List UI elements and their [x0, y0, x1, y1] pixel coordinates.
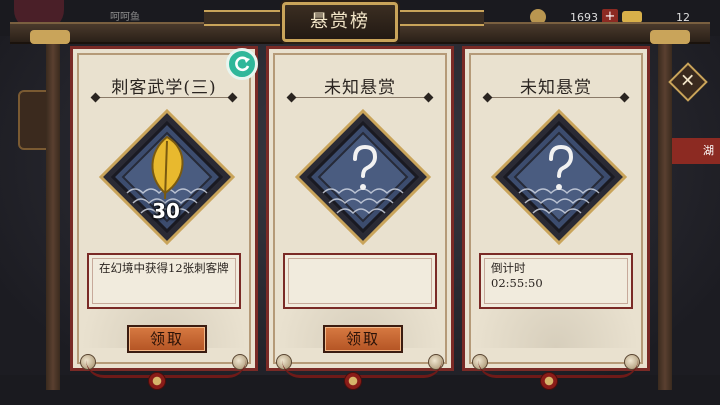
player-name: 呵呵鱼 — [110, 12, 140, 23]
bounty-description: 在幻境中获得12张刺客牌 — [87, 253, 241, 309]
title-wing-left — [204, 10, 294, 26]
red-cord — [86, 360, 246, 378]
claim-button[interactable]: 领取 — [127, 325, 207, 353]
red-cord — [282, 360, 442, 378]
bounty-description — [283, 253, 437, 309]
claim-button[interactable]: 领取 — [323, 325, 403, 353]
frame-pillar-right — [658, 40, 672, 390]
beam-cap-left — [30, 30, 70, 44]
close-icon: ✕ — [680, 71, 696, 92]
red-cord — [478, 360, 638, 378]
beam-cap-right — [650, 30, 690, 44]
bounty-title: 刺客武学(三) — [111, 78, 217, 98]
title-divider — [95, 97, 233, 98]
tassel — [148, 372, 166, 390]
reward-emblem — [98, 108, 236, 246]
title-divider — [291, 97, 429, 98]
bounty-title: 未知悬赏 — [520, 78, 592, 98]
countdown-box: 倒计时 02:55:50 — [479, 253, 633, 309]
window-title: 悬赏榜 — [282, 2, 398, 42]
bounty-title: 未知悬赏 — [324, 78, 396, 98]
tassel — [540, 372, 558, 390]
title-wing-right — [394, 10, 484, 26]
bounty-card-2: 未知悬赏 领取 — [266, 46, 454, 371]
title-divider — [487, 97, 625, 98]
refresh-icon — [235, 56, 250, 72]
bounty-card-1: 刺客武学(三) 30 在幻境中获得12张刺客牌 领取 — [70, 46, 258, 371]
frame-pillar-left — [46, 40, 60, 390]
refresh-button[interactable] — [226, 48, 258, 80]
reward-emblem — [490, 108, 628, 246]
tassel — [344, 372, 362, 390]
bounty-card-3: 未知悬赏 倒计时 02:55:50 — [462, 46, 650, 371]
reward-count: 30 — [152, 199, 180, 223]
reward-emblem — [294, 108, 432, 246]
